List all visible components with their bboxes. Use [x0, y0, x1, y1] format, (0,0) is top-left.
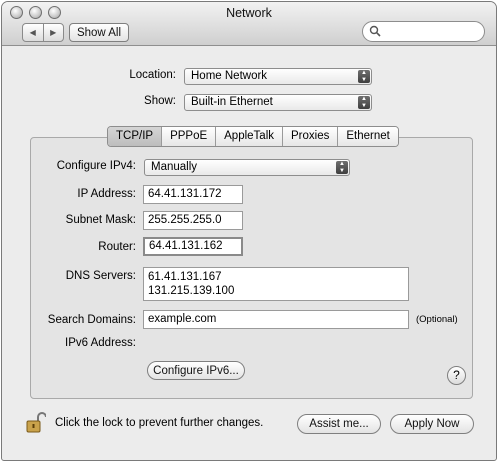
lock-icon[interactable] — [26, 412, 46, 434]
back-arrow-icon[interactable]: ◀ — [23, 24, 44, 41]
tab-appletalk[interactable]: AppleTalk — [216, 127, 284, 146]
ip-address-field[interactable]: 64.41.131.172 — [143, 185, 243, 204]
network-window: Network ◀ ▶ Show All Location: Home Netw… — [1, 1, 497, 461]
tab-pppoe[interactable]: PPPoE — [162, 127, 217, 146]
assist-me-button[interactable]: Assist me... — [297, 414, 381, 434]
title-bar: Network ◀ ▶ Show All — [2, 2, 496, 46]
navigation-control: ◀ ▶ — [22, 23, 64, 42]
configure-ipv4-value: Manually — [151, 161, 198, 173]
search-domains-label: Search Domains: — [47, 314, 136, 326]
tab-ethernet[interactable]: Ethernet — [338, 127, 398, 146]
router-field[interactable]: 64.41.131.162 — [143, 237, 243, 256]
show-value: Built-in Ethernet — [191, 96, 273, 108]
show-all-button[interactable]: Show All — [69, 23, 129, 42]
apply-now-button[interactable]: Apply Now — [390, 414, 474, 434]
location-value: Home Network — [191, 70, 268, 82]
show-label: Show: — [144, 95, 176, 107]
dns-server-entry: 131.215.139.100 — [148, 285, 235, 297]
popup-arrows-icon: ▲ ▼ — [336, 161, 348, 174]
subnet-mask-label: Subnet Mask: — [65, 214, 136, 226]
tab-proxies[interactable]: Proxies — [283, 127, 339, 146]
forward-arrow-icon[interactable]: ▶ — [44, 24, 64, 41]
help-icon[interactable]: ? — [447, 366, 466, 385]
ip-address-label: IP Address: — [77, 188, 136, 200]
window-title: Network — [226, 6, 272, 20]
popup-arrows-icon: ▲ ▼ — [358, 96, 370, 109]
configure-ipv4-label: Configure IPv4: — [56, 160, 136, 172]
ipv6-address-label: IPv6 Address: — [65, 337, 136, 349]
show-popup[interactable]: Built-in Ethernet ▲ ▼ — [184, 94, 372, 111]
search-field[interactable] — [362, 21, 485, 42]
tab-bar: TCP/IP PPPoE AppleTalk Proxies Ethernet — [107, 126, 399, 147]
popup-arrows-icon: ▲ ▼ — [358, 70, 370, 83]
dns-servers-label: DNS Servers: — [65, 270, 136, 282]
configure-ipv6-button[interactable]: Configure IPv6... — [147, 361, 245, 380]
subnet-mask-field[interactable]: 255.255.255.0 — [143, 211, 243, 230]
location-popup[interactable]: Home Network ▲ ▼ — [184, 68, 372, 85]
search-domains-field[interactable]: example.com — [143, 310, 409, 329]
search-icon — [369, 25, 381, 37]
configure-ipv4-popup[interactable]: Manually ▲ ▼ — [144, 159, 350, 176]
router-label: Router: — [98, 241, 136, 253]
tab-tcp-ip[interactable]: TCP/IP — [108, 127, 163, 146]
optional-hint: (Optional) — [416, 314, 458, 325]
dns-servers-field[interactable]: 61.41.131.167 131.215.139.100 — [143, 267, 409, 301]
lock-message: Click the lock to prevent further change… — [55, 417, 264, 429]
location-label: Location: — [129, 69, 176, 81]
dns-server-entry: 61.41.131.167 — [148, 271, 222, 283]
